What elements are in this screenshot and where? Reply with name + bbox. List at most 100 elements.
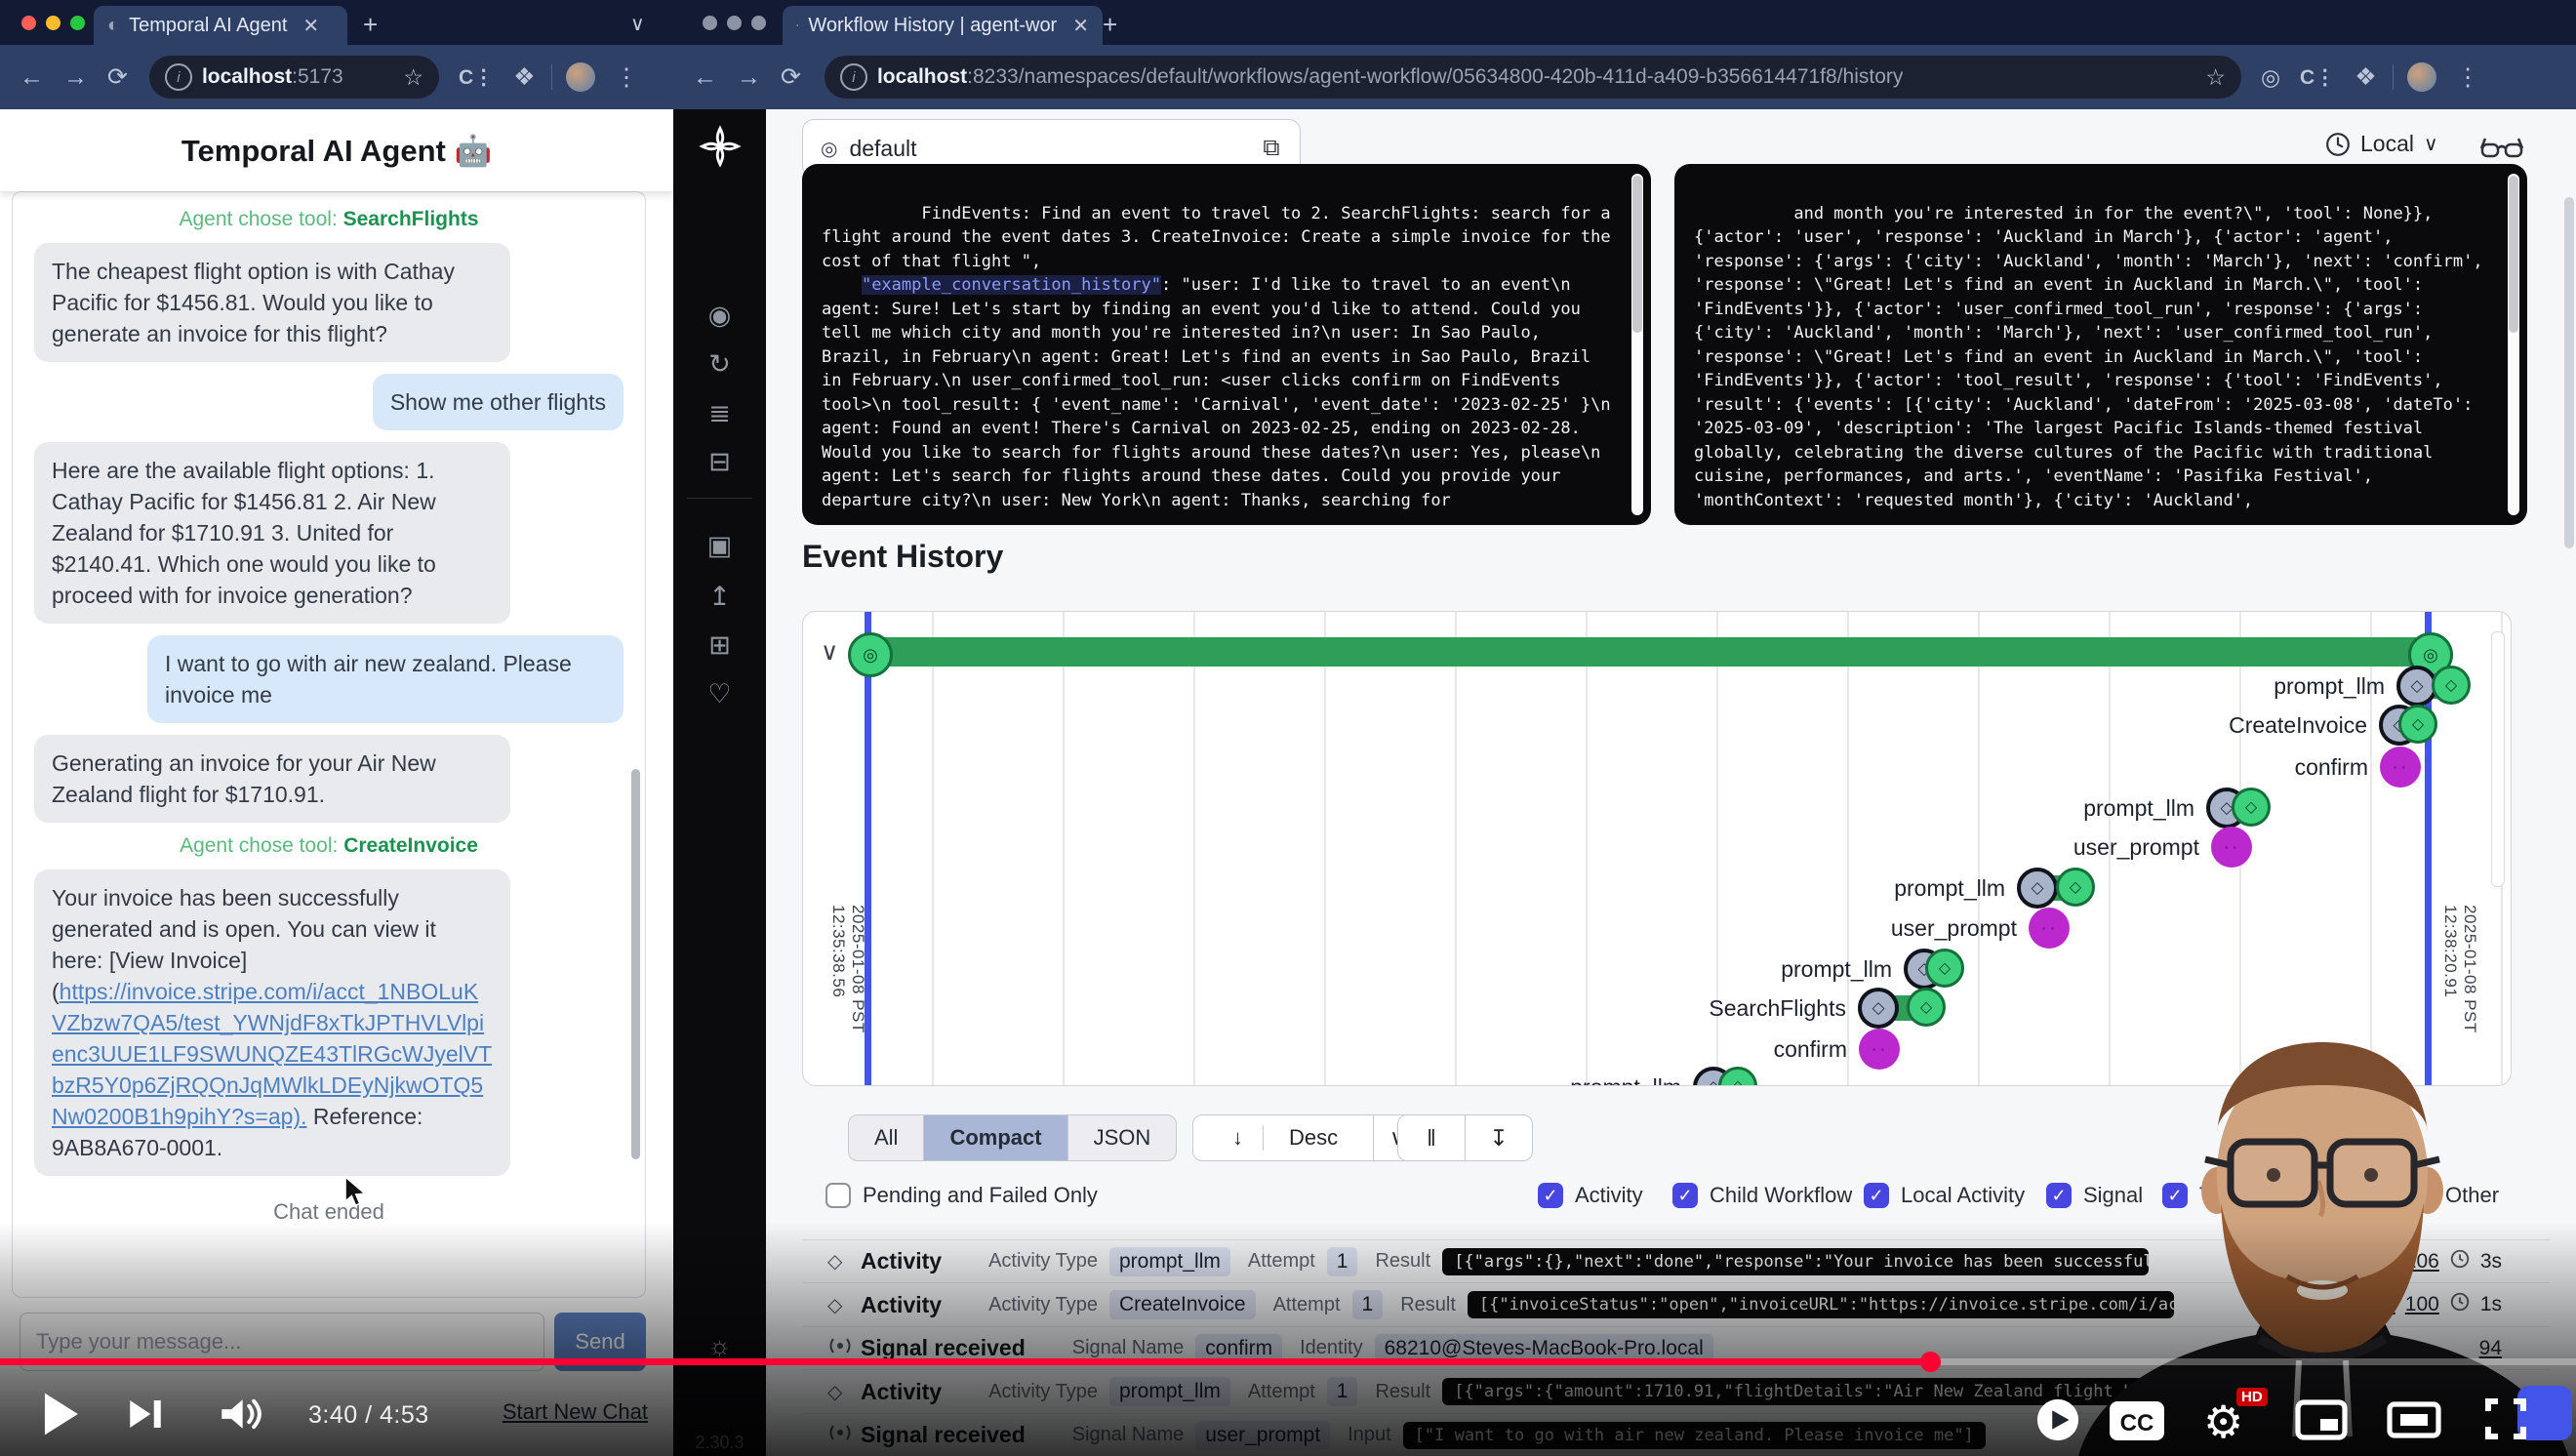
password-manager-icon[interactable]: C⋮ — [459, 65, 494, 90]
password-manager-icon[interactable]: C⋮ — [2300, 65, 2335, 90]
theater-mode-button[interactable] — [2387, 1401, 2441, 1443]
settings-gear-icon[interactable]: ⚙ HD — [2203, 1395, 2243, 1448]
video-frame: ◐ Temporal AI Agent ✕ + ∨ ← → ⟳ i localh… — [0, 0, 2576, 1456]
close-tab-icon[interactable]: ✕ — [1072, 14, 1089, 38]
player-progress-bar[interactable] — [0, 1358, 2576, 1365]
minimize-window-icon[interactable] — [727, 16, 742, 30]
signal-marker-icon[interactable]: ·· — [2211, 827, 2252, 868]
fullscreen-button[interactable] — [2482, 1395, 2529, 1447]
bot-message: Your invoice has been successfully gener… — [34, 870, 510, 1176]
captions-button[interactable]: CC — [2108, 1399, 2166, 1447]
autoplay-toggle[interactable] — [2035, 1397, 2080, 1447]
volume-icon[interactable] — [219, 1394, 263, 1439]
miniplayer-button[interactable] — [2295, 1399, 2348, 1445]
completed-marker-icon[interactable]: ◇ — [2398, 705, 2437, 744]
completed-marker-icon[interactable]: ◇ — [2056, 868, 2095, 907]
globe-favicon-icon: ◐ — [107, 15, 119, 37]
tool-choice-label: Agent chose tool: SearchFlights — [34, 208, 624, 231]
tab-temporal-ai-agent[interactable]: ◐ Temporal AI Agent ✕ — [94, 6, 347, 45]
archive-icon[interactable]: ⊟ — [673, 447, 766, 477]
new-tab-button[interactable]: + — [1103, 10, 1117, 40]
close-window-icon[interactable] — [21, 16, 36, 30]
feedback-heart-icon[interactable]: ♡ — [673, 679, 766, 709]
close-window-icon[interactable] — [703, 16, 717, 30]
site-info-icon[interactable]: i — [840, 63, 867, 91]
labs-glasses-icon[interactable] — [2479, 135, 2524, 165]
timeline-scrollbar[interactable] — [2491, 631, 2505, 887]
view-tab-json[interactable]: JSON — [1068, 1115, 1177, 1160]
play-button[interactable] — [39, 1390, 82, 1443]
completed-marker-icon[interactable]: ◇ — [1925, 949, 1964, 988]
window-controls[interactable] — [21, 16, 85, 30]
namespaces-icon[interactable]: ▣ — [673, 531, 766, 561]
completed-marker-icon[interactable]: ◇ — [2232, 788, 2271, 827]
pending-failed-checkbox[interactable]: Pending and Failed Only — [825, 1183, 1098, 1208]
reload-icon[interactable]: ⟳ — [781, 62, 801, 92]
workflows-icon[interactable]: ◉ — [673, 301, 766, 331]
back-icon[interactable]: ← — [693, 63, 717, 92]
page-scrollbar[interactable] — [2564, 197, 2574, 548]
scheduled-marker-icon[interactable]: ◇ — [1858, 988, 1899, 1029]
workflow-span-bar[interactable] — [867, 637, 2429, 667]
view-tab-all[interactable]: All — [849, 1115, 924, 1160]
tab-list-chevron-icon[interactable]: ∨ — [630, 12, 645, 36]
view-tab-compact[interactable]: Compact — [924, 1115, 1067, 1160]
temporal-logo-icon[interactable] — [673, 125, 766, 168]
forward-icon[interactable]: → — [63, 63, 88, 92]
back-icon[interactable]: ← — [20, 63, 44, 92]
completed-marker-icon[interactable]: ◇ — [1907, 988, 1946, 1027]
filter-checkbox-activity[interactable]: ✓Activity — [1538, 1183, 1643, 1208]
menu-kebab-icon[interactable]: ⋮ — [2456, 62, 2480, 92]
next-button[interactable] — [125, 1394, 166, 1439]
chat-scrollbar[interactable] — [631, 769, 640, 1159]
panel-scrollbar[interactable] — [1631, 174, 1643, 515]
menu-kebab-icon[interactable]: ⋮ — [615, 62, 639, 92]
workflow-result-json[interactable]: and month you're interested in for the e… — [1674, 164, 2527, 525]
filter-checkbox-child-workflow[interactable]: ✓Child Workflow — [1672, 1183, 1852, 1208]
zoom-window-icon[interactable] — [70, 16, 85, 30]
user-message: Show me other flights — [373, 374, 624, 430]
timeline-event-label: prompt_llm — [1570, 1074, 1693, 1087]
panel-scrollbar[interactable] — [2508, 174, 2519, 515]
address-bar[interactable]: i localhost:5173 ☆ — [149, 56, 439, 99]
labs-icon[interactable]: ⊞ — [673, 630, 766, 661]
extensions-icon[interactable]: ❖ — [513, 62, 535, 92]
timeline-event-label: user_prompt — [1891, 915, 2029, 942]
workflow-input-json[interactable]: FindEvents: Find an event to travel to 2… — [802, 164, 1651, 525]
tab-workflow-history[interactable]: Workflow History | agent-wor ✕ — [783, 6, 1103, 45]
signal-marker-icon[interactable]: ·· — [2380, 747, 2421, 788]
sort-button[interactable]: ↓Desc ∨ — [1192, 1114, 1422, 1161]
task-queues-icon[interactable]: ≣ — [673, 398, 766, 428]
site-info-icon[interactable]: i — [165, 63, 192, 91]
close-tab-icon[interactable]: ✕ — [302, 14, 319, 38]
minimize-window-icon[interactable] — [46, 16, 60, 30]
filter-checkbox-local-activity[interactable]: ✓Local Activity — [1864, 1183, 2025, 1208]
download-history-button[interactable]: ↧ — [1466, 1115, 1532, 1160]
invoice-link[interactable]: https://invoice.stripe.com/i/acct_1NBOLu… — [52, 979, 492, 1129]
import-icon[interactable]: ↥ — [673, 582, 766, 612]
timeline-card[interactable]: ∨ ◎ ◎ 2025-01-08 PST 12:35:38.56 2025-01… — [802, 611, 2512, 1086]
chat-message-list[interactable]: Agent chose tool: SearchFlightsThe cheap… — [12, 191, 646, 1298]
bookmark-star-icon[interactable]: ☆ — [2205, 64, 2226, 91]
extensions-icon[interactable]: ❖ — [2355, 62, 2376, 92]
forward-icon[interactable]: → — [737, 63, 761, 92]
scheduled-marker-icon[interactable]: ◇ — [2017, 868, 2058, 909]
schedules-icon[interactable]: ↻ — [673, 349, 766, 380]
progress-scrubber[interactable] — [1920, 1352, 1941, 1372]
window-controls[interactable] — [703, 16, 766, 30]
profile-avatar[interactable] — [2407, 62, 2436, 92]
new-tab-button[interactable]: + — [363, 10, 378, 40]
zoom-window-icon[interactable] — [751, 16, 766, 30]
signal-marker-icon[interactable]: ·· — [2029, 908, 2070, 949]
bookmark-star-icon[interactable]: ☆ — [403, 64, 423, 91]
signal-marker-icon[interactable]: ·· — [1859, 1029, 1900, 1070]
collapse-chevron-icon[interactable]: ∨ — [821, 637, 838, 667]
timezone-select[interactable]: Local ∨ — [2325, 131, 2438, 157]
profile-avatar[interactable] — [566, 62, 595, 92]
workflow-start-marker[interactable]: ◎ — [848, 632, 893, 677]
reload-icon[interactable]: ⟳ — [107, 62, 128, 92]
privacy-badger-icon[interactable]: ◎ — [2261, 64, 2280, 91]
completed-marker-icon[interactable]: ◇ — [2432, 666, 2471, 705]
address-bar[interactable]: i localhost:8233/namespaces/default/work… — [825, 56, 2241, 99]
pause-feed-button[interactable]: ‖ — [1398, 1115, 1466, 1160]
